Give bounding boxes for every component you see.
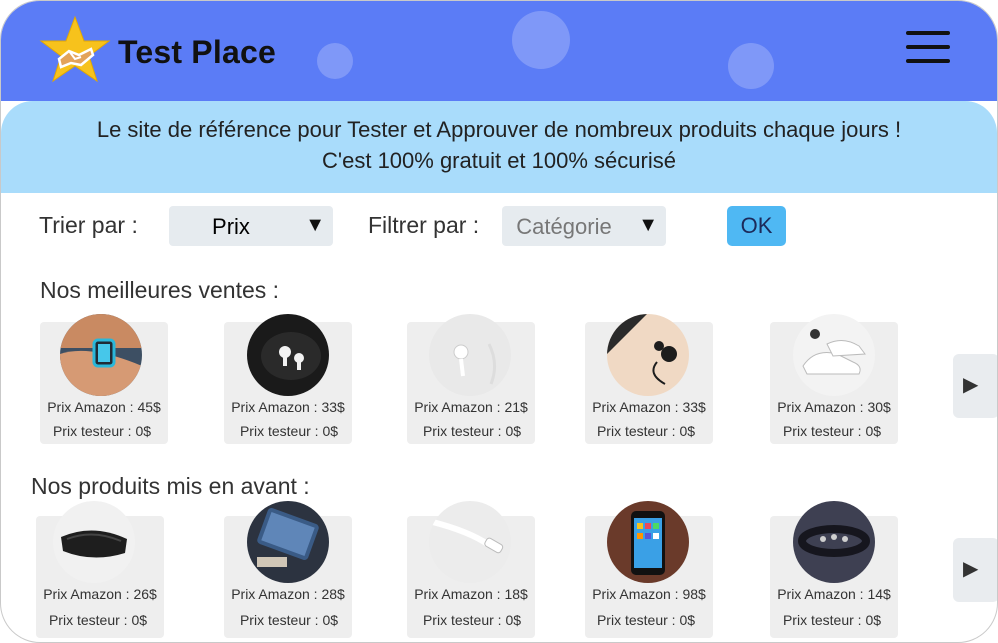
tester-price: Prix testeur : 0$: [596, 423, 696, 439]
tester-price: Prix testeur : 0$: [422, 612, 522, 628]
decor-bubble: [512, 11, 570, 69]
header-bar: Test Place: [1, 1, 997, 101]
amazon-price: Prix Amazon : 26$: [43, 586, 157, 602]
black-mouse-image[interactable]: [53, 501, 135, 583]
tester-price: Prix testeur : 0$: [52, 423, 152, 439]
tester-price: Prix testeur : 0$: [48, 612, 148, 628]
white-earbuds-dark-image[interactable]: [247, 314, 329, 396]
featured-next-button[interactable]: ▶: [953, 538, 997, 602]
play-right-icon: ▶: [963, 558, 979, 580]
amazon-price: Prix Amazon : 14$: [777, 586, 891, 602]
tester-price: Prix testeur : 0$: [782, 423, 882, 439]
tester-price: Prix testeur : 0$: [239, 423, 339, 439]
sort-select[interactable]: Prix ▼: [169, 206, 333, 246]
banner-line-2: C'est 100% gratuit et 100% sécurisé: [322, 148, 676, 173]
category-select-value: Catégorie: [516, 214, 612, 239]
amazon-price: Prix Amazon : 33$: [592, 399, 706, 415]
best-sellers-title: Nos meilleures ventes :: [40, 277, 280, 303]
amazon-price: Prix Amazon : 30$: [777, 399, 891, 415]
featured-title: Nos produits mis en avant :: [31, 473, 310, 499]
category-select[interactable]: Catégorie ▼: [502, 206, 666, 246]
amazon-price: Prix Amazon : 21$: [414, 399, 528, 415]
hamburger-menu-icon[interactable]: [904, 31, 952, 65]
app-frame: Test Place Le site de référence pour Tes…: [0, 0, 998, 643]
star-handshake-icon: [39, 15, 111, 83]
amazon-price: Prix Amazon : 28$: [231, 586, 345, 602]
amazon-price: Prix Amazon : 33$: [231, 399, 345, 415]
white-earphones-image[interactable]: [429, 314, 511, 396]
amazon-price: Prix Amazon : 98$: [592, 586, 706, 602]
decor-bubble: [728, 43, 774, 89]
decor-bubble: [317, 43, 353, 79]
dropdown-arrow-icon: ▼: [305, 214, 325, 236]
amazon-price: Prix Amazon : 45$: [47, 399, 161, 415]
usb-c-cable-image[interactable]: [429, 501, 511, 583]
amazon-price: Prix Amazon : 18$: [414, 586, 528, 602]
banner-line-1: Le site de référence pour Tester et Appr…: [96, 117, 902, 142]
brand-name[interactable]: Test Place: [118, 34, 276, 71]
tester-price: Prix testeur : 0$: [422, 423, 522, 439]
dropdown-arrow-icon: ▼: [638, 214, 658, 236]
smartwatch-image[interactable]: [60, 314, 142, 396]
play-right-icon: ▶: [963, 374, 979, 396]
bracelet-image[interactable]: [793, 501, 875, 583]
filter-label: Filtrer par :: [368, 212, 480, 238]
ok-button[interactable]: OK: [727, 206, 786, 246]
black-earbuds-laptop-image[interactable]: [607, 314, 689, 396]
sort-label: Trier par :: [39, 212, 138, 238]
white-sneakers-image[interactable]: [793, 314, 875, 396]
tester-price: Prix testeur : 0$: [239, 612, 339, 628]
intro-banner: Le site de référence pour Tester et Appr…: [1, 101, 997, 193]
tester-price: Prix testeur : 0$: [782, 612, 882, 628]
smartphone-image[interactable]: [607, 501, 689, 583]
power-bank-image[interactable]: [247, 501, 329, 583]
tester-price: Prix testeur : 0$: [596, 612, 696, 628]
best-sellers-next-button[interactable]: ▶: [953, 354, 997, 418]
sort-select-value: Prix: [212, 214, 250, 239]
